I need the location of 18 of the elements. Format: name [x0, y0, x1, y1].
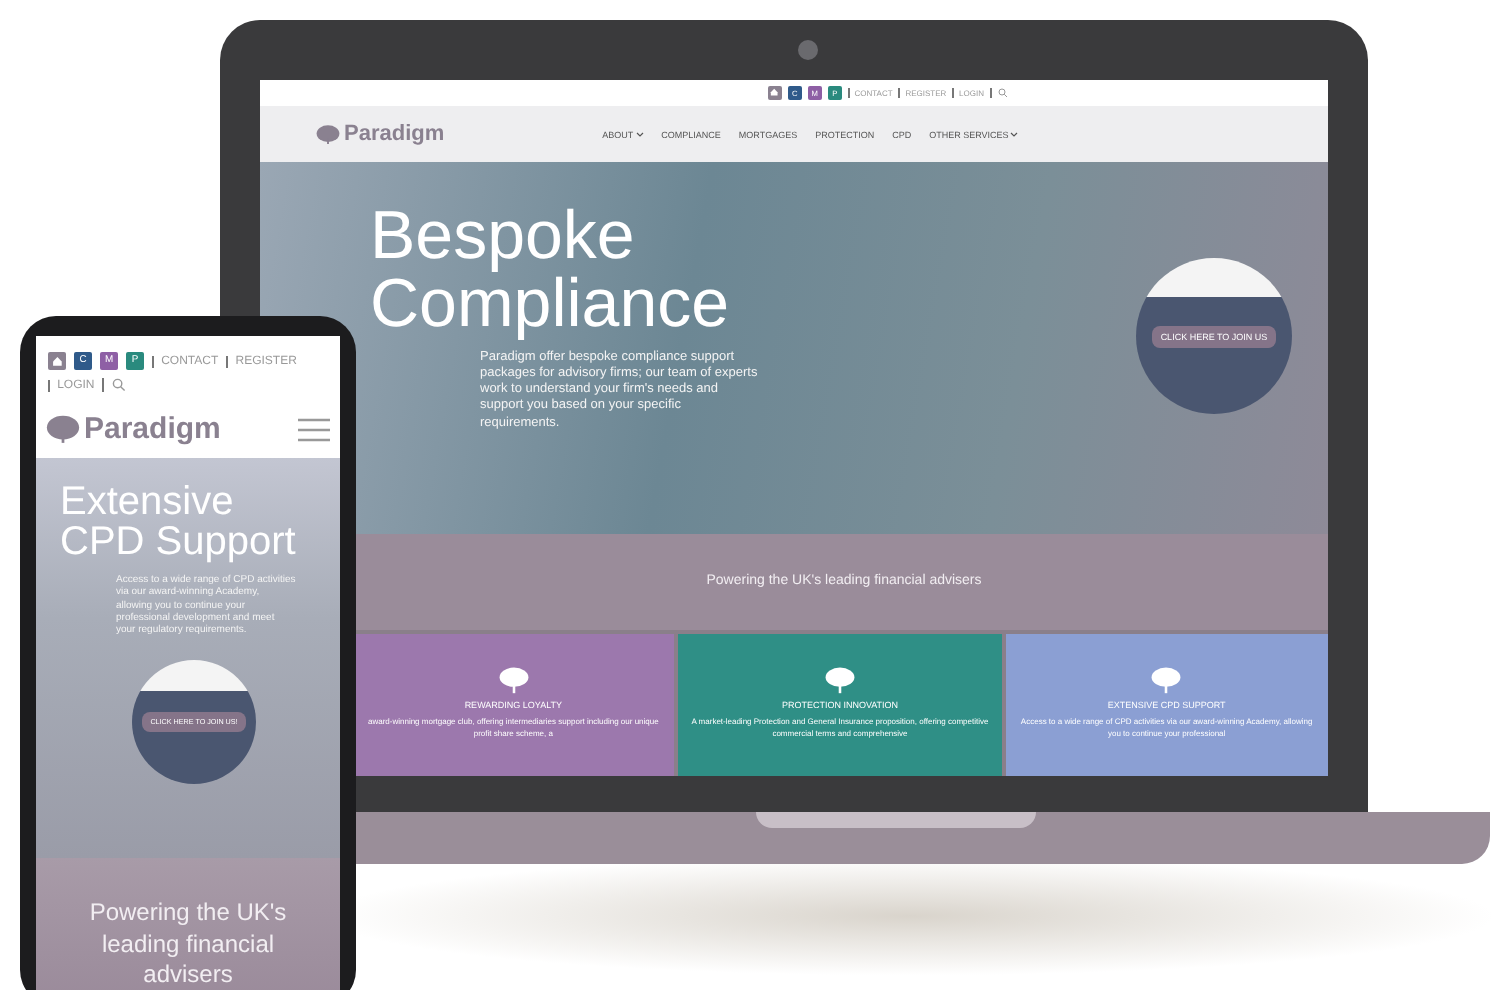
hero-title: Extensive CPD Support	[60, 482, 298, 562]
tree-icon	[497, 666, 530, 694]
tagline: Powering the UK's leading financial advisers	[87, 898, 289, 990]
logo-icon	[46, 414, 80, 444]
camera-icon	[798, 40, 818, 60]
home-button[interactable]	[767, 86, 782, 100]
tree-icon	[823, 666, 856, 694]
logo-icon	[316, 123, 340, 145]
menu-icon[interactable]	[298, 417, 330, 441]
search-icon[interactable]	[998, 88, 1008, 98]
logo-text[interactable]: Paradigm	[344, 122, 445, 146]
home-button[interactable]	[48, 352, 66, 370]
tree-icon	[1150, 666, 1183, 694]
caret-icon	[635, 131, 644, 137]
logo-text[interactable]: Paradigm	[84, 412, 221, 446]
caret-icon	[1010, 131, 1019, 137]
search-icon[interactable]	[112, 378, 127, 392]
hero-title: Bespoke Compliance	[370, 202, 732, 338]
